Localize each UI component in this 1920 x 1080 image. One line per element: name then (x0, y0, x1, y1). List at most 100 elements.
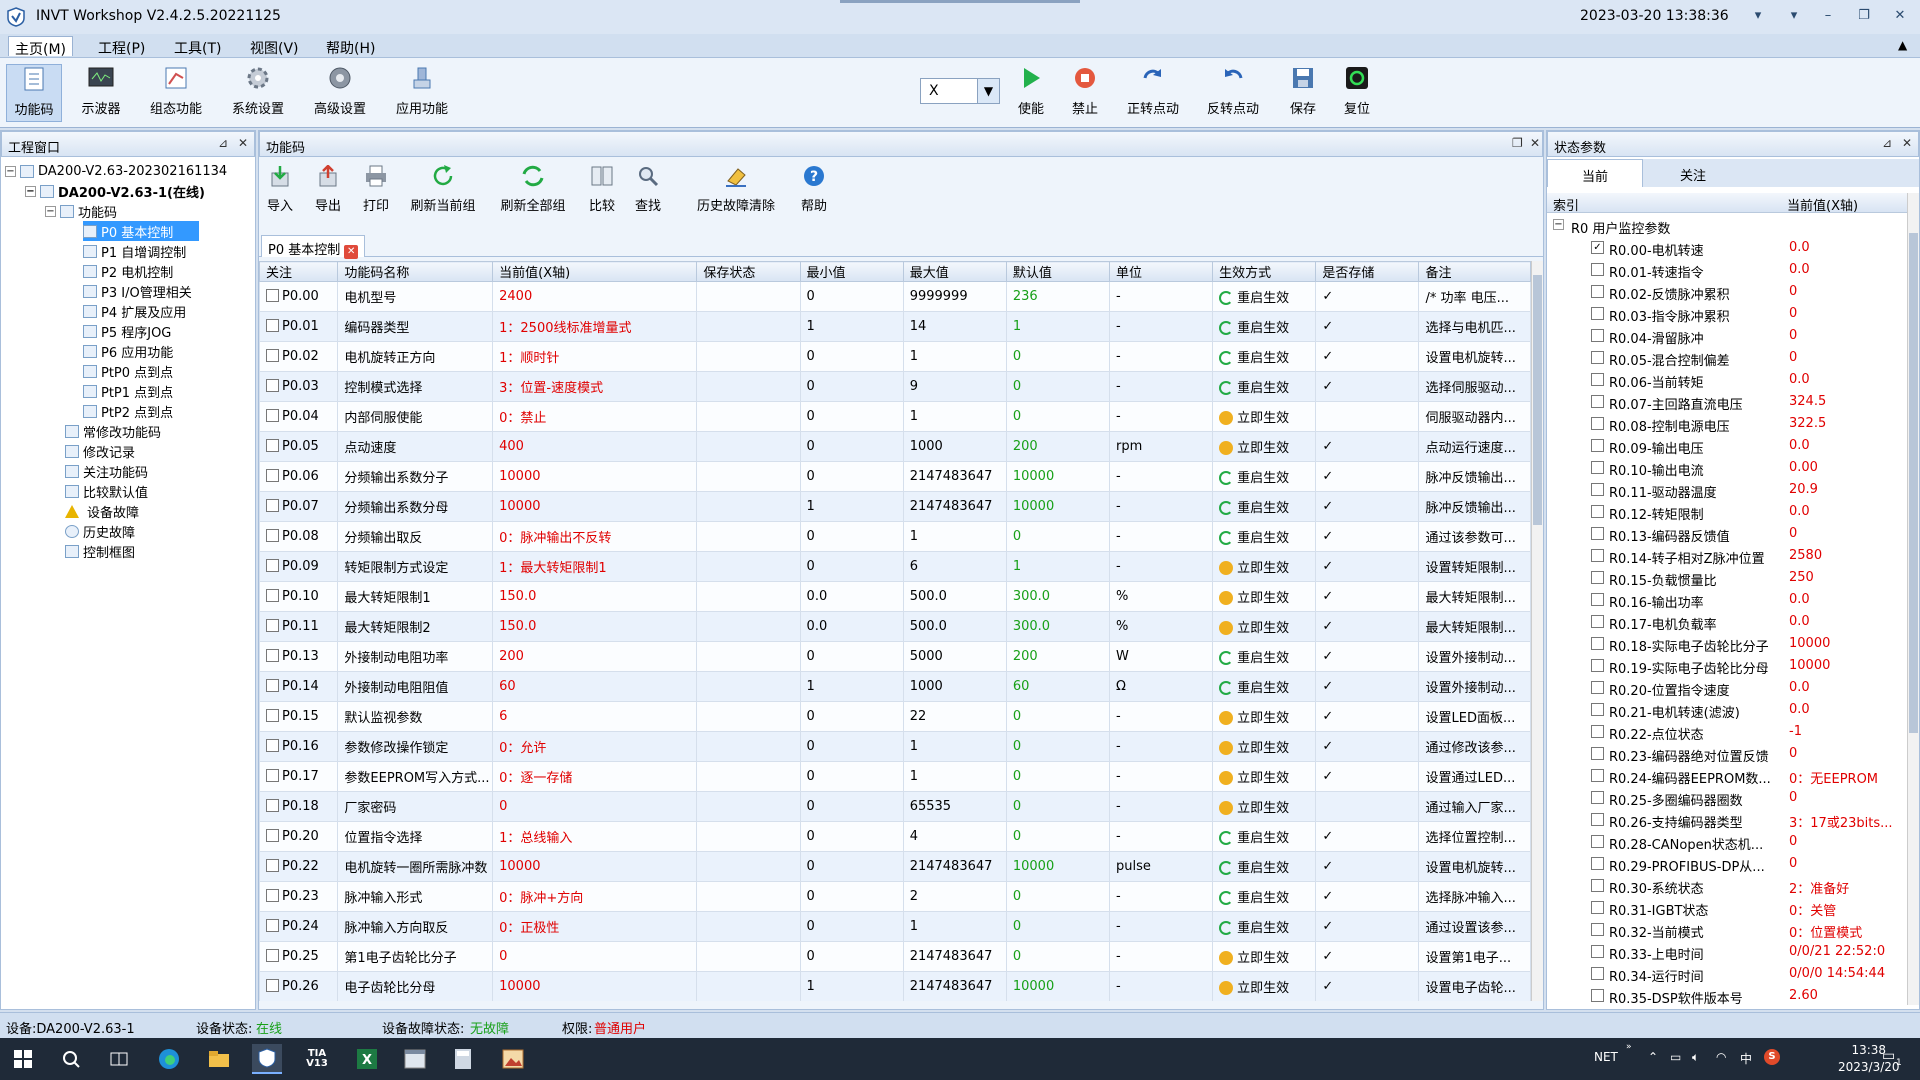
menu-tools[interactable]: 工具(T) (168, 36, 227, 57)
status-item[interactable]: R0.17-电机负载率 0.0 (1547, 611, 1907, 633)
watch-checkbox[interactable] (266, 949, 279, 962)
export-button[interactable]: 导出 (311, 163, 345, 219)
column-header[interactable]: 功能码名称 (337, 261, 494, 282)
current-value-cell[interactable]: 10000 (492, 461, 698, 492)
refresh-all-button[interactable]: 刷新全部组 (497, 163, 569, 219)
find-button[interactable]: 查找 (631, 163, 665, 219)
tree-node-p6[interactable]: P6 应用功能 (83, 341, 173, 361)
column-header[interactable]: 备注 (1418, 261, 1531, 282)
status-item-checkbox[interactable] (1591, 857, 1604, 870)
tia-portal-icon[interactable]: TIA V13 (302, 1044, 332, 1074)
status-item[interactable]: R0.20-位置指令速度 0.0 (1547, 677, 1907, 699)
collapse-icon[interactable]: − (1553, 219, 1564, 230)
table-row[interactable]: P0.14 外接制动电阻阻值 60 1 1000 60 Ω 重启生效 ✓ 设置外接制动... (259, 671, 1531, 702)
current-value-cell[interactable]: 1：2500线标准增量式 (492, 311, 698, 342)
watch-checkbox[interactable] (266, 529, 279, 542)
tray-expand-icon[interactable]: » (1626, 1042, 1632, 1052)
current-value-cell[interactable]: 6 (492, 701, 698, 732)
status-item[interactable]: R0.18-实际电子齿轮比分子 10000 (1547, 633, 1907, 655)
status-item-checkbox[interactable] (1591, 593, 1604, 606)
status-item-checkbox[interactable] (1591, 791, 1604, 804)
watch-checkbox[interactable] (266, 439, 279, 452)
status-item[interactable]: R0.09-输出电压 0.0 (1547, 435, 1907, 457)
current-value-cell[interactable]: 60 (492, 671, 698, 702)
tray-chevron-up-icon[interactable]: ⌃ (1648, 1050, 1658, 1064)
column-header[interactable]: 当前值(X轴) (492, 261, 698, 282)
current-value-cell[interactable]: 0 (492, 941, 698, 972)
clear-history-fault-button[interactable]: 历史故障清除 (691, 163, 781, 219)
close-icon[interactable]: ✕ (1902, 136, 1912, 150)
current-value-cell[interactable]: 0：逐一存储 (492, 761, 698, 792)
table-row[interactable]: P0.10 最大转矩限制1 150.0 0.0 500.0 300.0% 立即生效 ✓ 最大转矩… (259, 581, 1531, 612)
status-item-checkbox[interactable] (1591, 285, 1604, 298)
table-row[interactable]: P0.08 分频输出取反 0：脉冲输出不反转 0 1 0- 重启生效 ✓ 通过该参数可... (259, 521, 1531, 552)
status-item[interactable]: R0.13-编码器反馈值 0 (1547, 523, 1907, 545)
current-value-cell[interactable]: 0：正极性 (492, 911, 698, 942)
status-item[interactable]: R0.10-输出电流 0.00 (1547, 457, 1907, 479)
tree-node-ptp2[interactable]: PtP2 点到点 (83, 401, 173, 421)
close-icon[interactable]: ✕ (238, 136, 248, 150)
status-item[interactable]: R0.28-CANopen状态机... 0 (1547, 831, 1907, 853)
tab-p0[interactable]: P0 基本控制 ✕ (261, 235, 366, 259)
status-item[interactable]: R0.30-系统状态 2：准备好 (1547, 875, 1907, 897)
tray-ime[interactable]: 中 (1740, 1050, 1752, 1067)
status-item-checkbox[interactable] (1591, 659, 1604, 672)
status-item-checkbox[interactable] (1591, 549, 1604, 562)
current-value-cell[interactable]: 150.0 (492, 611, 698, 642)
reset-button[interactable]: 复位 (1336, 64, 1378, 122)
watch-checkbox[interactable] (266, 349, 279, 362)
status-item[interactable]: R0.16-输出功率 0.0 (1547, 589, 1907, 611)
watch-checkbox[interactable] (266, 709, 279, 722)
tree-node-ptp0[interactable]: PtP0 点到点 (83, 361, 173, 381)
tree-node-p1[interactable]: P1 自增调控制 (83, 241, 186, 261)
status-item-checkbox[interactable] (1591, 703, 1604, 716)
status-item[interactable]: R0.02-反馈脉冲累积 0 (1547, 281, 1907, 303)
watch-checkbox[interactable] (266, 679, 279, 692)
ribbon-system-settings-button[interactable]: 系统设置 (224, 64, 292, 122)
column-header[interactable]: 默认值 (1005, 261, 1111, 282)
table-row[interactable]: P0.20 位置指令选择 1：总线输入 0 4 0- 重启生效 ✓ 选择位置控制... (259, 821, 1531, 852)
help-button[interactable]: ? 帮助 (797, 163, 831, 219)
status-item-checkbox[interactable] (1591, 373, 1604, 386)
status-item-checkbox[interactable] (1591, 945, 1604, 958)
current-value-cell[interactable]: 200 (492, 641, 698, 672)
tree-node-modify-log[interactable]: 修改记录 (65, 441, 135, 461)
close-button[interactable]: ✕ (1890, 8, 1910, 26)
status-item-checkbox[interactable] (1591, 813, 1604, 826)
table-row[interactable]: P0.03 控制模式选择 3：位置-速度模式 0 9 0- 重启生效 ✓ 选择伺服驱动... (259, 371, 1531, 402)
status-item[interactable]: R0.33-上电时间 0/0/21 22:52:0 (1547, 941, 1907, 963)
table-row[interactable]: P0.26 电子齿轮比分母 10000 1 2147483647 10000- 立即生效 ✓ 设… (259, 971, 1531, 1001)
print-button[interactable]: 打印 (359, 163, 393, 219)
status-item-checkbox[interactable] (1591, 351, 1604, 364)
table-row[interactable]: P0.01 编码器类型 1：2500线标准增量式 1 14 1- 重启生效 ✓ 选择与电机匹..… (259, 311, 1531, 342)
tab-watch[interactable]: 关注 (1645, 159, 1741, 187)
refresh-group-button[interactable]: 刷新当前组 (407, 163, 479, 219)
minimize-button[interactable]: – (1818, 8, 1838, 26)
watch-checkbox[interactable] (266, 499, 279, 512)
watch-checkbox[interactable] (266, 289, 279, 302)
tree-node-ptp1[interactable]: PtP1 点到点 (83, 381, 173, 401)
watch-checkbox[interactable] (266, 619, 279, 632)
table-row[interactable]: P0.07 分频输出系数分母 10000 1 2147483647 10000- 重启生效 ✓… (259, 491, 1531, 522)
current-value-cell[interactable]: 2400 (492, 281, 698, 312)
tree-node-history-fault[interactable]: 历史故障 (65, 521, 135, 541)
current-value-cell[interactable]: 150.0 (492, 581, 698, 612)
table-row[interactable]: P0.05 点动速度 400 0 1000 200 rpm 立即生效 ✓ 点动运行速度... (259, 431, 1531, 462)
close-tab-icon[interactable]: ✕ (344, 245, 359, 259)
status-item[interactable]: R0.05-混合控制偏差 0 (1547, 347, 1907, 369)
watch-checkbox[interactable] (266, 589, 279, 602)
table-row[interactable]: P0.22 电机旋转一圈所需脉冲数 10000 0 2147483647 10000 pul… (259, 851, 1531, 882)
status-item-checkbox[interactable] (1591, 483, 1604, 496)
status-item-checkbox[interactable]: ✓ (1591, 241, 1604, 254)
scrollbar-thumb[interactable] (1533, 275, 1542, 525)
collapse-icon[interactable]: − (45, 205, 56, 217)
status-item-checkbox[interactable] (1591, 571, 1604, 584)
enable-button[interactable]: 使能 (1010, 64, 1052, 122)
watch-checkbox[interactable] (266, 919, 279, 932)
status-item-checkbox[interactable] (1591, 879, 1604, 892)
status-item[interactable]: R0.31-IGBT状态 0：关管 (1547, 897, 1907, 919)
save-button[interactable]: 保存 (1282, 64, 1324, 122)
column-header[interactable]: 保存状态 (696, 261, 801, 282)
status-item-checkbox[interactable] (1591, 637, 1604, 650)
tray-app-icon[interactable]: S (1764, 1049, 1780, 1065)
